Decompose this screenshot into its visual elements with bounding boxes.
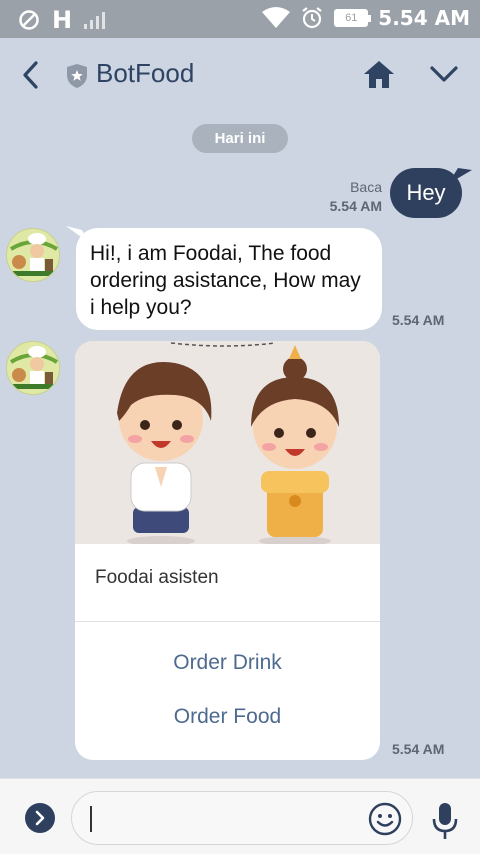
emoji-icon[interactable]	[368, 802, 402, 836]
signal-icon	[84, 12, 106, 29]
message-time: 5.54 AM	[392, 312, 445, 328]
divider	[75, 621, 380, 622]
shield-icon	[67, 64, 87, 88]
bot-avatar[interactable]	[6, 228, 60, 282]
card-title: Foodai asisten	[95, 567, 219, 588]
chef-avatar-icon	[7, 229, 59, 281]
date-separator: Hari ini	[192, 124, 288, 153]
wifi-icon	[262, 7, 291, 28]
status-bar: H 61 5.54 AM	[0, 0, 480, 38]
home-icon[interactable]	[362, 58, 396, 90]
do-not-disturb-icon	[19, 10, 39, 30]
incoming-message-bubble[interactable]: Hi!, i am Foodai, The food ordering asis…	[76, 228, 382, 330]
chat-title: BotFood	[96, 58, 195, 88]
battery-icon: 61	[334, 9, 372, 27]
message-meta: Baca 5.54 AM	[330, 178, 382, 216]
network-type: H	[52, 6, 73, 34]
template-card: Foodai asisten Order Drink Order Food	[75, 341, 380, 760]
message-time: 5.54 AM	[329, 198, 382, 214]
bot-avatar[interactable]	[6, 341, 60, 395]
message-input[interactable]	[71, 791, 413, 845]
expand-menu-button[interactable]	[25, 803, 55, 833]
greeting-couple-illustration	[75, 341, 380, 546]
order-food-button[interactable]: Order Food	[75, 705, 380, 729]
chevron-right-icon	[35, 810, 45, 826]
chef-avatar-icon	[7, 342, 59, 394]
back-icon[interactable]	[16, 58, 46, 92]
status-time: 5.54 AM	[378, 6, 470, 30]
message-time: 5.54 AM	[392, 741, 445, 757]
card-image	[75, 341, 380, 546]
chat-header: BotFood	[0, 38, 480, 112]
alarm-icon	[302, 7, 322, 29]
battery-level: 61	[345, 12, 358, 24]
outgoing-message-bubble[interactable]: Hey	[390, 168, 462, 218]
chevron-down-icon[interactable]	[428, 62, 460, 86]
microphone-icon[interactable]	[430, 801, 460, 841]
message-input-bar	[0, 778, 480, 854]
order-drink-button[interactable]: Order Drink	[75, 651, 380, 675]
read-receipt: Baca	[350, 179, 382, 195]
text-caret	[90, 806, 92, 832]
